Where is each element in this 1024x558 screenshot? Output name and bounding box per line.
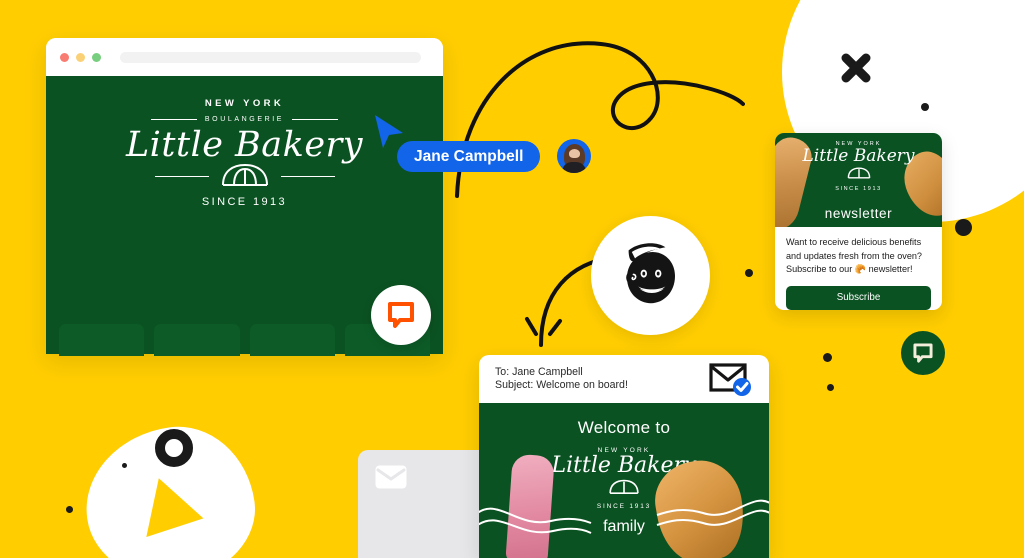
product-card[interactable] xyxy=(249,340,335,356)
newsletter-popup[interactable]: NEW YORK Little Bakery SINCE 1913 newsle… xyxy=(775,133,942,310)
avatar[interactable] xyxy=(557,139,591,173)
email-preview-card[interactable]: To: Jane Campbell Subject: Welcome on bo… xyxy=(479,355,769,558)
decor-wave-line xyxy=(479,507,592,534)
brand-name: Little Bakery xyxy=(802,146,915,166)
decor-dot xyxy=(66,506,73,513)
newsletter-copy: Want to receive delicious benefits and u… xyxy=(786,237,922,274)
mailchimp-logo-badge[interactable] xyxy=(591,216,710,335)
url-input[interactable] xyxy=(120,51,421,63)
newsletter-word: newsletter xyxy=(824,206,893,221)
newsletter-body: Want to receive delicious benefits and u… xyxy=(775,227,942,310)
newsletter-brand: NEW YORK Little Bakery SINCE 1913 xyxy=(775,141,942,192)
croissant-icon xyxy=(847,167,870,179)
email-greeting: Welcome to xyxy=(577,418,671,437)
decor-dot xyxy=(745,269,753,277)
chat-bubble-icon xyxy=(388,302,414,328)
collaborator-name-pill[interactable]: Jane Campbell xyxy=(397,141,541,172)
window-close-button[interactable] xyxy=(60,52,69,62)
product-card[interactable] xyxy=(59,340,145,356)
email-header: To: Jane Campbell Subject: Welcome on bo… xyxy=(479,355,769,403)
decor-dot xyxy=(122,463,127,468)
decor-dot xyxy=(955,219,972,236)
decor-ring xyxy=(155,429,193,467)
croissant-icon xyxy=(609,479,639,494)
email-body: Welcome to NEW YORK Little Bakery SINCE … xyxy=(479,403,769,558)
decor-dot xyxy=(827,384,834,391)
decor-squiggle-line xyxy=(455,41,745,198)
newsletter-hero: NEW YORK Little Bakery SINCE 1913 newsle… xyxy=(775,133,942,227)
brand-since: SINCE 1913 xyxy=(201,196,288,208)
envelope-verified-icon xyxy=(709,363,751,396)
livechat-badge[interactable] xyxy=(901,331,945,375)
brand-kind: BOULANGERIE xyxy=(204,116,285,123)
decor-cross xyxy=(841,53,871,83)
collaborator-name: Jane Campbell xyxy=(414,147,524,165)
mailchimp-freddie-icon xyxy=(625,242,675,303)
decor-dot xyxy=(823,353,832,362)
product-card[interactable] xyxy=(154,340,240,356)
subscribe-button[interactable]: Subscribe xyxy=(786,285,931,310)
brand-since: SINCE 1913 xyxy=(835,186,882,192)
chat-bubble-icon xyxy=(913,343,933,363)
browser-chrome xyxy=(46,38,443,76)
decor-wave-line xyxy=(656,499,769,526)
envelope-icon xyxy=(375,465,407,489)
decor-dot xyxy=(921,103,929,111)
product-card[interactable] xyxy=(344,340,430,356)
window-maximize-button[interactable] xyxy=(92,52,101,62)
window-minimize-button[interactable] xyxy=(76,52,85,62)
illustration-canvas: NEW YORK BOULANGERIE Little Bakery SINCE… xyxy=(0,0,1024,558)
livechat-widget-button[interactable] xyxy=(371,285,431,345)
brand-region: NEW YORK xyxy=(204,98,285,109)
croissant-icon xyxy=(46,163,443,189)
product-grid-row-2 xyxy=(59,340,430,356)
